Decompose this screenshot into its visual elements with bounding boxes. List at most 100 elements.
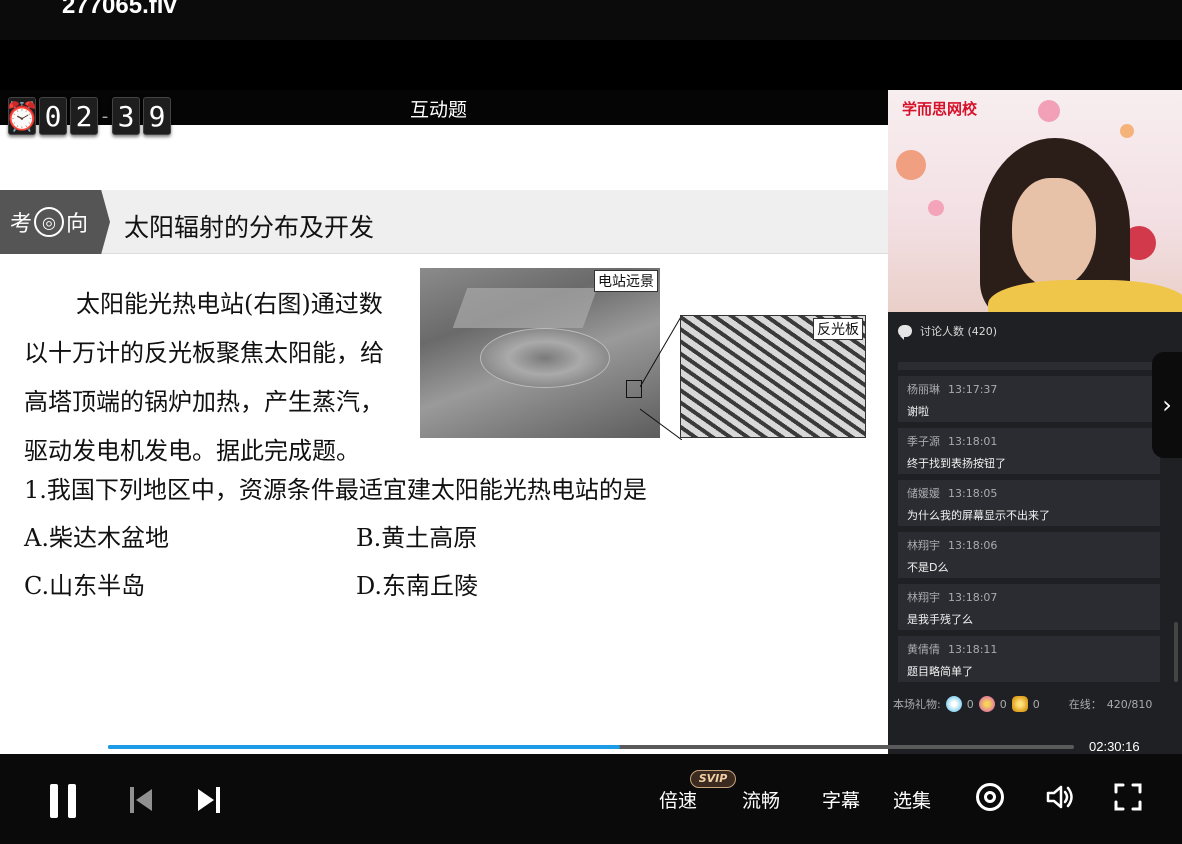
total-time: 02:30:16 bbox=[1089, 739, 1140, 754]
paragraph-line: 以十万计的反光板聚焦太阳能，给 bbox=[24, 339, 384, 367]
chat-user: 储媛媛 bbox=[907, 487, 940, 500]
chat-message: 储媛媛 13:18:05 为什么我的屏幕显示不出来了 bbox=[898, 480, 1160, 526]
blossom-decoration bbox=[896, 150, 926, 180]
chat-user: 林翔宇 bbox=[907, 591, 940, 604]
timer-digit: 2 bbox=[70, 97, 98, 135]
slide-header-title: 互动题 bbox=[410, 99, 468, 121]
chat-panel: 讨论人数 (420) 杨丽琳 13:17:37 谢啦 季子源 13:18:01 终于… bbox=[888, 312, 1182, 754]
snapshot-icon[interactable] bbox=[975, 782, 1005, 812]
question-paragraph: 太阳能光热电站(右图)通过数 以十万计的反光板聚焦太阳能，给 高塔顶端的锅炉加热… bbox=[24, 280, 424, 476]
chat-time: 13:18:06 bbox=[948, 539, 998, 552]
alarm-clock-icon: ⏰ bbox=[5, 97, 39, 135]
chat-text: 为什么我的屏幕显示不出来了 bbox=[907, 509, 1050, 522]
teacher-shirt bbox=[988, 280, 1182, 312]
timer-separator: - bbox=[101, 105, 109, 127]
file-title: 277065.flv bbox=[62, 0, 177, 19]
countdown-timer: ⏰ 0 2 - 3 9 bbox=[5, 97, 171, 135]
snowflake-gift-icon[interactable] bbox=[945, 696, 962, 712]
chat-user: 杨丽琳 bbox=[907, 383, 940, 396]
zoom-connector-lines bbox=[640, 315, 682, 440]
gift-count: 0 bbox=[966, 697, 974, 711]
photo-mirror-field bbox=[452, 288, 598, 328]
question-text: 1.我国下列地区中，资源条件最适宜建太阳能光热电站的是 bbox=[24, 476, 647, 504]
station-photo-label: 电站远景 bbox=[594, 270, 658, 292]
gift-count: 0 bbox=[1032, 697, 1040, 711]
paragraph-line: 高塔顶端的锅炉加热，产生蒸汽， bbox=[24, 388, 384, 416]
online-label: 在线： bbox=[1068, 698, 1102, 711]
chat-message: 黄倩倩 13:18:11 题目略简单了 bbox=[898, 636, 1160, 682]
chat-text: 题目略简单了 bbox=[907, 665, 973, 678]
paragraph-line: 太阳能光热电站(右图)通过数 bbox=[76, 290, 383, 318]
chat-scrollbar[interactable] bbox=[1174, 622, 1178, 682]
teacher-face bbox=[1012, 178, 1096, 288]
chat-text: 谢啦 bbox=[907, 405, 929, 418]
chat-header: 讨论人数 (420) bbox=[888, 312, 1182, 350]
chat-user: 林翔宇 bbox=[907, 539, 940, 552]
fullscreen-icon[interactable] bbox=[1113, 782, 1143, 812]
chat-message: 林翔宇 13:18:07 是我手残了么 bbox=[898, 584, 1160, 630]
section-band: 考 ◎ 向 太阳辐射的分布及开发 bbox=[0, 190, 888, 254]
next-icon[interactable] bbox=[196, 787, 220, 813]
title-bar: 277065.flv bbox=[0, 0, 1182, 40]
control-bar: SVIP 倍速 流畅 字幕 选集 bbox=[0, 754, 1182, 844]
subtitle-button[interactable]: 字幕 bbox=[822, 786, 860, 813]
chat-text: 不是D么 bbox=[907, 561, 949, 574]
current-time: 01:19:41 bbox=[30, 739, 81, 754]
chat-text: 终于找到表扬按钮了 bbox=[907, 457, 1006, 470]
speed-button[interactable]: 倍速 bbox=[659, 786, 697, 813]
brand-logo: 学而思网校 bbox=[902, 100, 978, 118]
quality-button[interactable]: 流畅 bbox=[742, 786, 780, 813]
chat-time: 13:18:01 bbox=[948, 435, 998, 448]
reflector-photo-label: 反光板 bbox=[813, 318, 863, 340]
trophy-gift-icon[interactable] bbox=[1011, 696, 1028, 712]
chat-message-list[interactable]: 杨丽琳 13:17:37 谢啦 季子源 13:18:01 终于找到表扬按钮了 储媛媛… bbox=[898, 362, 1160, 688]
blossom-decoration bbox=[1120, 124, 1134, 138]
gift-count: 0 bbox=[999, 697, 1007, 711]
chat-message bbox=[898, 362, 1160, 370]
chat-time: 13:18:11 bbox=[948, 643, 998, 656]
chat-user: 黄倩倩 bbox=[907, 643, 940, 656]
station-photo: 电站远景 bbox=[420, 268, 660, 438]
teacher-webcam: 学而思网校 bbox=[888, 90, 1182, 312]
chat-message: 林翔宇 13:18:06 不是D么 bbox=[898, 532, 1160, 578]
chat-time: 13:18:05 bbox=[948, 487, 998, 500]
lesson-slide: 互动题 考 ◎ 向 太阳辐射的分布及开发 太阳能光热电站(右图)通过数 以十万计… bbox=[0, 90, 888, 754]
option-b: B.黄土高原 bbox=[356, 524, 478, 552]
chat-header-label: 讨论人数 (420) bbox=[920, 325, 998, 338]
option-c: C.山东半岛 bbox=[24, 572, 146, 600]
section-title: 太阳辐射的分布及开发 bbox=[124, 213, 375, 242]
progress-bar[interactable] bbox=[108, 745, 1074, 749]
badge-right-char: 向 bbox=[66, 212, 89, 237]
timer-digit: 0 bbox=[39, 97, 67, 135]
option-a: A.柴达木盆地 bbox=[24, 524, 169, 552]
gifts-label: 本场礼物: bbox=[893, 698, 941, 711]
flower-gift-icon[interactable] bbox=[978, 696, 995, 712]
progress-fill bbox=[108, 745, 620, 749]
kaoxiang-badge: 考 ◎ 向 bbox=[0, 190, 110, 254]
badge-left-char: 考 bbox=[10, 212, 33, 237]
blossom-decoration bbox=[928, 200, 944, 216]
paragraph-line: 驱动发电机发电。据此完成题。 bbox=[24, 437, 360, 465]
video-player-window: 277065.flv 互动题 考 ◎ 向 太阳辐射的分布及开发 太阳能光热电站(… bbox=[0, 0, 1182, 844]
chat-message: 季子源 13:18:01 终于找到表扬按钮了 bbox=[898, 428, 1160, 474]
online-value: 420/810 bbox=[1106, 697, 1153, 711]
timer-digit: 9 bbox=[143, 97, 171, 135]
chevron-right-icon[interactable]: › bbox=[1152, 352, 1182, 458]
blossom-decoration bbox=[1038, 100, 1060, 122]
gift-bar: 本场礼物: 0 0 0 在线： 420/810 bbox=[888, 692, 1182, 716]
pause-icon[interactable] bbox=[48, 784, 78, 818]
chat-user: 季子源 bbox=[907, 435, 940, 448]
chat-time: 13:18:07 bbox=[948, 591, 998, 604]
chat-message: 杨丽琳 13:17:37 谢啦 bbox=[898, 376, 1160, 422]
reflector-photo: 反光板 bbox=[680, 315, 866, 438]
photo-mirror-field bbox=[480, 328, 610, 388]
episodes-button[interactable]: 选集 bbox=[893, 786, 931, 813]
volume-icon[interactable] bbox=[1045, 782, 1075, 812]
option-d: D.东南丘陵 bbox=[356, 572, 479, 600]
chat-bubble-icon bbox=[898, 325, 912, 340]
previous-icon[interactable] bbox=[130, 787, 154, 813]
target-icon: ◎ bbox=[34, 207, 65, 237]
chat-text: 是我手残了么 bbox=[907, 613, 973, 626]
chat-time: 13:17:37 bbox=[948, 383, 998, 396]
timer-digit: 3 bbox=[112, 97, 140, 135]
